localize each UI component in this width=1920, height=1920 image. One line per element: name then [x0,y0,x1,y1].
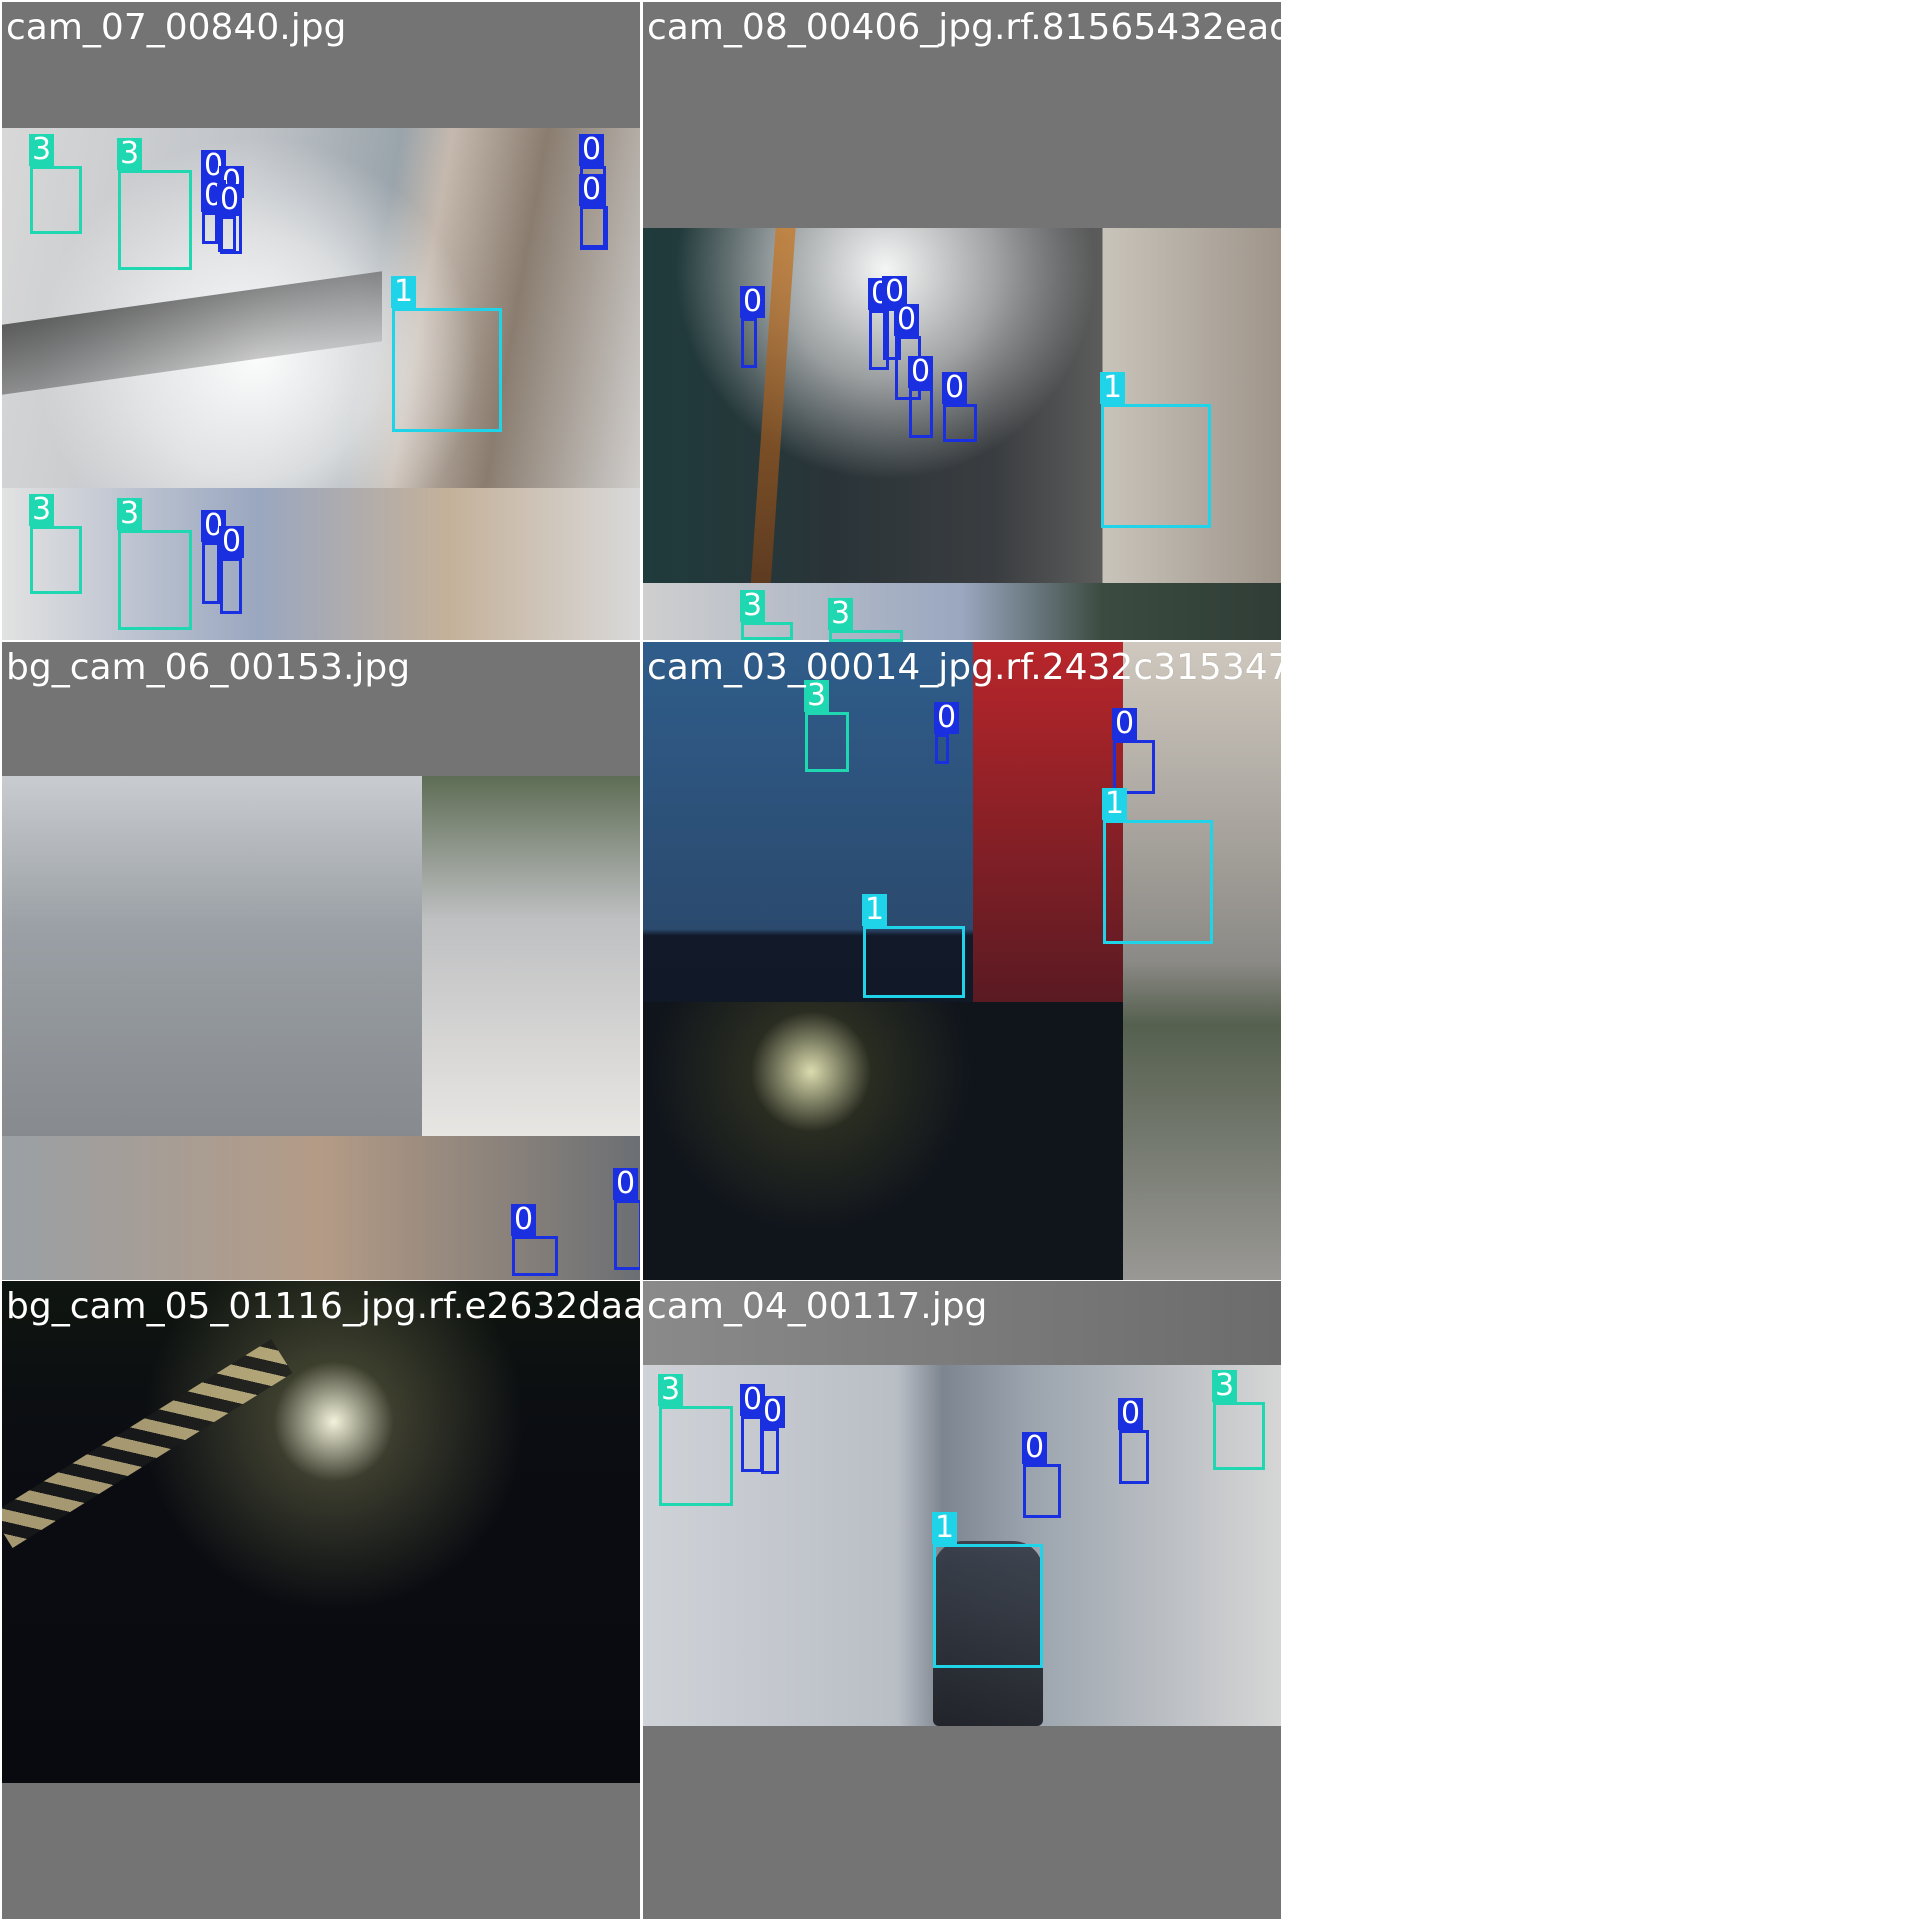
tile-caption: bg_cam_05_01116_jpg.rf.e2632daa3ca2ad [6,1286,640,1327]
detection-box [805,712,849,772]
detection-label: 0 [1022,1432,1048,1464]
detection-box [1213,1402,1265,1470]
tile-caption: cam_08_00406_jpg.rf.81565432eaded17f7dd9 [647,7,1281,48]
tile-divider [1281,0,1283,1920]
detection-box [118,170,192,270]
detection-label: 0 [894,304,920,336]
detection-box [218,216,236,252]
detection-label: 0 [760,1396,786,1428]
detection-box [741,622,793,640]
detection-box [30,166,82,234]
detection-label: 3 [1212,1370,1238,1402]
detection-label: 0 [511,1204,537,1236]
detection-label: 1 [932,1512,958,1544]
detection-label: 0 [217,184,243,216]
detection-label: 0 [942,372,968,404]
detection-label: 0 [934,702,960,734]
detection-box [1101,404,1211,528]
detection-label: 0 [219,526,245,558]
tile-caption: cam_04_00117.jpg [647,1286,988,1327]
tile-image: cam_07_00840.jpg [2,2,640,640]
detection-box [30,526,82,594]
tile-divider [640,0,642,1920]
tile-caption: cam_03_00014_jpg.rf.2432c3153479afb54c33 [647,647,1281,688]
tile-caption: bg_cam_06_00153.jpg [6,647,411,688]
detection-label: 0 [613,1168,639,1200]
detection-label: 1 [391,276,417,308]
detection-label: 3 [117,498,143,530]
detection-label: 3 [740,590,766,622]
tile-image: bg_cam_05_01116_jpg.rf.e2632daa3ca2ad [2,1281,640,1919]
detection-box [1023,1464,1061,1518]
detection-label: 1 [1100,372,1126,404]
detection-label: 3 [658,1374,684,1406]
tile-image: cam_08_00406_jpg.rf.81565432eaded17f7dd9 [643,2,1281,640]
detection-box [863,926,965,998]
tile-image: bg_cam_06_00153.jpg [2,642,640,1280]
detection-label: 3 [828,598,854,630]
detection-box [202,542,220,604]
tile-caption: cam_07_00840.jpg [6,7,347,48]
detection-label: 0 [908,356,934,388]
detection-box [118,530,192,630]
detection-label: 0 [740,286,766,318]
detection-box [741,318,757,368]
detection-label: 1 [1102,788,1128,820]
detection-box [202,212,218,244]
detection-box [829,630,903,642]
detection-box [614,1200,642,1270]
detection-label: 0 [1112,708,1138,740]
detection-box [392,308,502,432]
detection-box [909,388,933,438]
detection-box [1119,1430,1149,1484]
detection-label: 0 [579,174,605,206]
detection-box [580,206,608,250]
detection-box [659,1406,733,1506]
detection-label: 3 [29,494,55,526]
detection-box [512,1236,558,1276]
scene-image [2,1281,640,1783]
detection-box [933,1544,1043,1668]
detection-box [761,1428,779,1474]
mosaic-grid: cam_07_00840.jpg cam_08_00406_jpg.rf.815… [0,0,1920,1920]
detection-label: 3 [29,134,55,166]
detection-box [220,558,242,614]
detection-label: 3 [117,138,143,170]
detection-box [1103,820,1213,944]
detection-label: 0 [579,134,605,166]
detection-box [943,404,977,442]
detection-box [935,734,949,764]
scene-image [2,128,640,640]
scene-image [2,776,640,1280]
detection-label: 0 [1118,1398,1144,1430]
detection-label: 1 [862,894,888,926]
